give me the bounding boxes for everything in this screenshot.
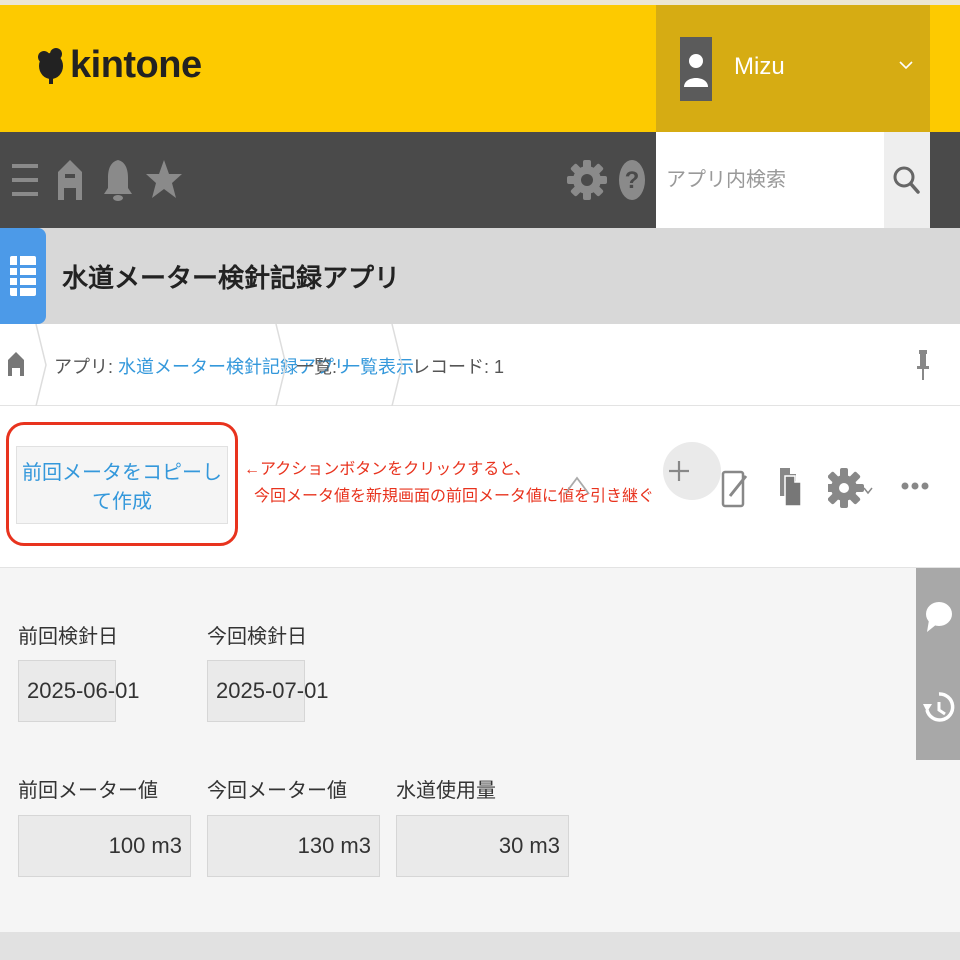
comment-icon[interactable]: [923, 596, 955, 636]
logo-mark-icon: [38, 48, 63, 84]
field-label-usage: 水道使用量: [396, 780, 496, 802]
field-value-prev-date: 2025-06-01: [18, 660, 140, 722]
breadcrumb-separator: [35, 324, 47, 406]
search-button[interactable]: [884, 132, 930, 228]
settings-gear-icon[interactable]: [828, 466, 876, 510]
search-icon: [893, 166, 920, 194]
field-label-prev-date: 前回検針日: [18, 626, 118, 648]
field-label-prev-meter: 前回メーター値: [18, 780, 158, 802]
annotation-line-2: 今回メータ値を新規画面の前回メータ値に値を引き継ぐ: [254, 488, 655, 505]
user-name: Mizu: [734, 53, 785, 80]
global-header: kintone Mizu: [0, 5, 960, 132]
side-panel: [916, 568, 960, 760]
add-icon: [669, 461, 689, 481]
search-box: [656, 132, 884, 228]
bell-icon[interactable]: [100, 158, 144, 202]
breadcrumb: アプリ: 水道メーター検針記録アプリ 一覧: 一覧表示 レコード: 1: [0, 324, 960, 406]
edit-icon[interactable]: [720, 464, 750, 512]
record-detail: 前回検針日 2025-06-01 今回検針日 2025-07-01 前回メーター…: [0, 568, 916, 932]
field-value-usage: 30 m3: [396, 815, 569, 877]
field-label-curr-meter: 今回メーター値: [207, 780, 347, 802]
record-toolbar: 前回メータをコピーして作成 ←アクションボタンをクリックすると、 今回メータ値を…: [0, 406, 960, 568]
kintone-logo[interactable]: kintone: [36, 45, 202, 85]
breadcrumb-separator: [391, 324, 403, 406]
breadcrumb-separator: [275, 324, 287, 406]
more-icon[interactable]: [900, 478, 930, 494]
breadcrumb-record: レコード: 1: [412, 357, 505, 377]
chevron-down-icon: [899, 61, 913, 70]
annotation-text: ←アクションボタンをクリックすると、 今回メータ値を新規画面の前回メータ値に値を…: [244, 456, 654, 510]
star-icon[interactable]: [146, 158, 190, 202]
search-input[interactable]: [656, 132, 884, 228]
logo-text: kintone: [70, 44, 202, 86]
annotation-line-1: ←アクションボタンをクリックすると、: [244, 461, 531, 478]
record-detail-edge: [916, 760, 960, 932]
breadcrumb-app-prefix: アプリ:: [54, 357, 119, 377]
field-label-curr-date: 今回検針日: [207, 626, 307, 648]
header-edge: [930, 5, 960, 132]
app-header: 水道メーター検針記録アプリ: [0, 228, 960, 324]
footer-bar: [0, 932, 960, 960]
field-value-curr-date: 2025-07-01: [207, 660, 329, 722]
menu-icon[interactable]: [8, 158, 52, 202]
pin-icon[interactable]: [914, 348, 932, 382]
app-list-icon[interactable]: [0, 228, 46, 324]
chevron-up-icon[interactable]: [562, 470, 592, 500]
duplicate-icon[interactable]: [776, 462, 804, 512]
app-title: 水道メーター検針記録アプリ: [62, 263, 401, 293]
breadcrumb-list-prefix: 一覧:: [296, 357, 343, 377]
user-menu[interactable]: Mizu: [656, 5, 930, 132]
user-silhouette-icon: [684, 54, 708, 87]
svg-text:?: ?: [625, 167, 640, 194]
help-icon[interactable]: ?: [612, 158, 656, 202]
field-value-curr-meter: 130 m3: [207, 815, 380, 877]
nav-edge: [930, 132, 960, 228]
avatar: [680, 37, 712, 101]
home-icon[interactable]: [6, 351, 26, 377]
add-record-button[interactable]: [663, 442, 721, 500]
copy-create-action-button[interactable]: 前回メータをコピーして作成: [16, 446, 228, 524]
list-icon: [10, 256, 36, 296]
history-icon[interactable]: [923, 688, 955, 728]
field-value-prev-meter: 100 m3: [18, 815, 191, 877]
global-nav: ?: [0, 132, 960, 228]
gear-icon[interactable]: [566, 158, 610, 202]
home-icon[interactable]: [54, 158, 98, 202]
